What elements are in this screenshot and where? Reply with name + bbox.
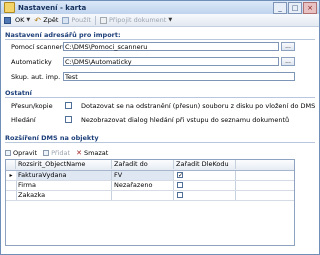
scanner-path-input[interactable]: C:\DMS\Pomoci_scanneru xyxy=(63,42,279,51)
bycode-checkbox[interactable] xyxy=(177,192,183,198)
ok-button-label: OK xyxy=(15,16,25,24)
object-name-cell[interactable]: FakturaVydana xyxy=(16,171,112,180)
column-header[interactable]: Zařadit do xyxy=(112,160,174,169)
auto-path-input[interactable]: C:\DMS\Automaticky xyxy=(63,57,279,66)
move-copy-text: Dotazovat se na odstranění (přesun) soub… xyxy=(81,102,316,110)
section-divider xyxy=(5,142,315,143)
grid-toolbar: Opravit Přidat ✕ Smazat xyxy=(5,148,108,158)
edit-icon xyxy=(5,150,11,156)
title-bar[interactable]: Nastavení - karta _ □ × xyxy=(1,1,319,14)
edit-button[interactable]: Opravit xyxy=(5,149,37,157)
save-icon[interactable] xyxy=(4,16,11,24)
document-icon xyxy=(99,16,107,24)
into-cell[interactable] xyxy=(112,191,174,200)
object-name-cell[interactable]: Firma xyxy=(16,181,112,190)
toolbar: OK ▼ ↶ Zpět Použít Připojit dokument ▼ xyxy=(1,14,319,27)
close-button[interactable]: × xyxy=(303,2,317,14)
settings-window: Nastavení - karta _ □ × OK ▼ ↶ Zpět Použ… xyxy=(0,0,320,255)
window-controls: _ □ × xyxy=(273,2,317,14)
delete-button-label: Smazat xyxy=(83,149,109,157)
grid-header: Rozsirit_ObjectName Zařadit do Zařadit D… xyxy=(6,160,294,171)
table-row[interactable]: Zakazka xyxy=(6,191,294,201)
apply-icon xyxy=(62,16,70,24)
header-corner xyxy=(6,160,16,169)
move-copy-label: Přesun/kopie xyxy=(11,102,53,110)
group-input[interactable]: Test xyxy=(63,72,295,81)
table-row[interactable]: Firma Nezařazeno xyxy=(6,181,294,191)
chevron-down-icon: ▼ xyxy=(168,17,173,23)
bycode-cell[interactable]: ✓ xyxy=(174,171,236,180)
maximize-button[interactable]: □ xyxy=(288,2,302,14)
section-title-other: Ostatní xyxy=(5,89,32,97)
bycode-checkbox-checked[interactable]: ✓ xyxy=(177,172,183,179)
apply-button[interactable]: Použít xyxy=(62,16,91,24)
objects-grid[interactable]: Rozsirit_ObjectName Zařadit do Zařadit D… xyxy=(5,159,295,246)
scanner-label: Pomocí scanneru xyxy=(11,43,67,51)
column-header[interactable]: Rozsirit_ObjectName xyxy=(16,160,112,169)
undo-icon: ↶ xyxy=(34,15,41,25)
window-title: Nastavení - karta xyxy=(18,3,87,12)
window-icon xyxy=(4,2,15,13)
scanner-browse-button[interactable]: ... xyxy=(281,42,295,51)
add-button-label: Přidat xyxy=(51,149,71,157)
table-row[interactable]: ▸ FakturaVydana FV ✓ xyxy=(6,171,294,181)
search-label: Hledání xyxy=(11,116,36,124)
attach-document-button[interactable]: Připojit dokument ▼ xyxy=(99,16,173,24)
column-header[interactable]: Zařadit DleKodu xyxy=(174,160,236,169)
auto-label: Automaticky xyxy=(11,58,52,66)
back-button[interactable]: ↶ Zpět xyxy=(34,16,58,24)
auto-browse-button[interactable]: ... xyxy=(281,57,295,66)
attach-document-label: Připojit dokument xyxy=(108,16,167,24)
object-name-cell[interactable]: Zakazka xyxy=(16,191,112,200)
ok-button[interactable]: OK ▼ xyxy=(15,16,30,24)
section-divider xyxy=(5,97,315,98)
bycode-cell[interactable] xyxy=(174,181,236,190)
delete-icon: ✕ xyxy=(76,149,82,157)
section-title-extension: Rozšíření DMS na objekty xyxy=(5,134,99,142)
search-text: Nezobrazovat dialog hledání při vstupu d… xyxy=(81,116,290,124)
toolbar-divider xyxy=(94,15,96,25)
search-checkbox[interactable] xyxy=(65,116,72,123)
move-copy-checkbox[interactable] xyxy=(65,102,72,109)
chevron-down-icon: ▼ xyxy=(26,17,31,23)
add-button[interactable]: Přidat xyxy=(43,149,70,157)
into-cell[interactable]: Nezařazeno xyxy=(112,181,174,190)
delete-button[interactable]: ✕ Smazat xyxy=(76,149,108,157)
back-button-label: Zpět xyxy=(43,16,59,24)
add-icon xyxy=(43,150,50,156)
edit-button-label: Opravit xyxy=(13,149,38,157)
bycode-checkbox[interactable] xyxy=(177,182,183,188)
bycode-cell[interactable] xyxy=(174,191,236,200)
group-label: Skup. aut. imp. xyxy=(11,73,61,81)
apply-button-label: Použít xyxy=(71,16,91,24)
section-divider xyxy=(5,39,315,40)
minimize-button[interactable]: _ xyxy=(273,2,287,14)
into-cell[interactable]: FV xyxy=(112,171,174,180)
section-title-import: Nastavení adresářů pro import: xyxy=(5,31,121,39)
